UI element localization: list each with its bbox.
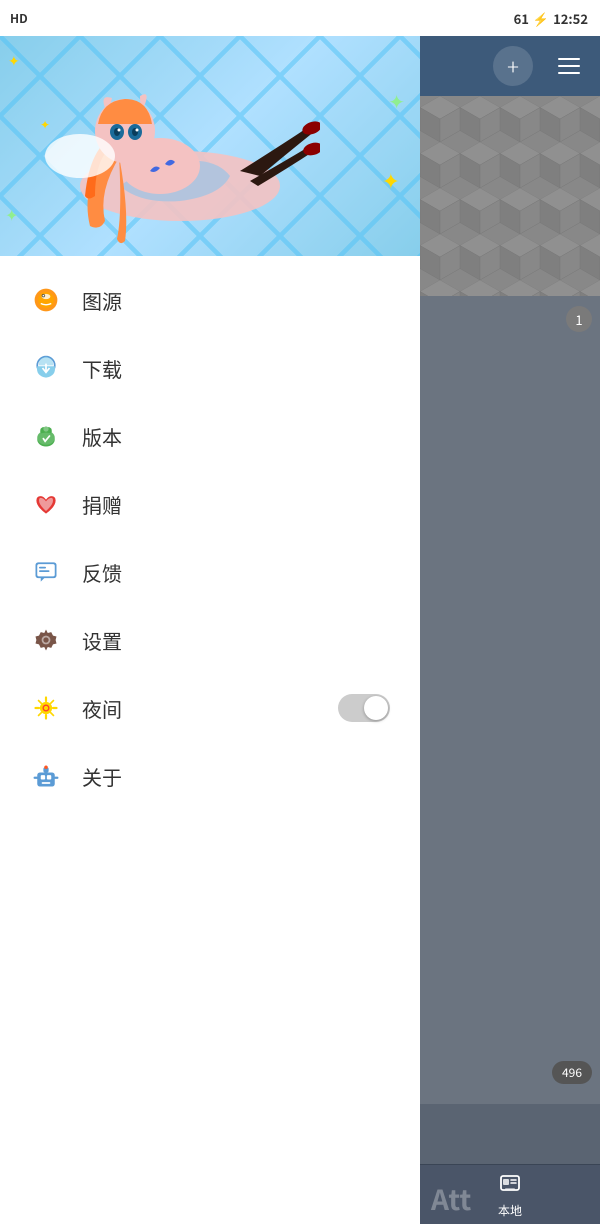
settings-icon [30, 624, 62, 656]
badge-count-496: 496 [552, 1061, 592, 1084]
att-text-overlay: Att [421, 1141, 600, 1224]
status-bar: HD 61 ⚡ 12:52 [0, 0, 600, 36]
badge-1-wrapper: 1 [566, 306, 592, 332]
anime-character [20, 56, 320, 256]
add-icon: + [507, 50, 519, 82]
menu-item-download[interactable]: 下载 [0, 334, 420, 402]
add-button[interactable]: + [493, 46, 533, 86]
sparkle-1: ✦ [8, 51, 20, 71]
download-label: 下载 [82, 354, 122, 383]
clock: 12:52 [553, 9, 588, 28]
download-icon [30, 352, 62, 384]
menu-panel: ✦ ✦ ✦ ✦ ✦ [0, 36, 420, 1224]
feedback-label: 反馈 [82, 558, 122, 587]
lightning-icon: ⚡ [533, 9, 549, 28]
source-label: 图源 [82, 286, 122, 315]
battery-level: 61 [514, 9, 529, 28]
status-indicator: HD [10, 10, 28, 27]
night-toggle[interactable] [338, 694, 390, 722]
main-layout: ✦ ✦ ✦ ✦ ✦ [0, 36, 600, 1224]
att-label: Att [431, 1179, 471, 1219]
hamburger-line-3 [558, 72, 580, 74]
night-icon [30, 692, 62, 724]
status-right: 61 ⚡ 12:52 [514, 9, 588, 28]
right-header: + [420, 36, 600, 96]
night-mode-toggle[interactable] [338, 694, 390, 722]
right-content: 1 496 [420, 96, 600, 1164]
badge-count-1: 1 [566, 306, 592, 332]
menu-item-about[interactable]: 关于 [0, 742, 420, 810]
right-middle-area [420, 296, 600, 1104]
menu-item-donate[interactable]: 捐赠 [0, 470, 420, 538]
menu-item-source[interactable]: 图源 [0, 266, 420, 334]
sparkle-3: ✦ [382, 164, 400, 196]
badge-496-wrapper: 496 [552, 1061, 592, 1084]
menu-items-list: 图源 下载 [0, 256, 420, 1224]
source-icon [30, 284, 62, 316]
settings-label: 设置 [82, 626, 122, 655]
donate-icon [30, 488, 62, 520]
menu-item-version[interactable]: 版本 [0, 402, 420, 470]
about-icon [30, 760, 62, 792]
menu-item-feedback[interactable]: 反馈 [0, 538, 420, 606]
menu-button[interactable] [553, 53, 585, 79]
cube-pattern-svg [420, 96, 600, 296]
grid-background [420, 96, 600, 296]
version-label: 版本 [82, 422, 122, 451]
menu-item-night[interactable]: 夜间 [0, 674, 420, 742]
sparkle-4: ✦ [5, 202, 18, 226]
hamburger-line-2 [558, 65, 580, 67]
donate-label: 捐赠 [82, 490, 122, 519]
hero-image: ✦ ✦ ✦ ✦ ✦ [0, 36, 420, 256]
about-label: 关于 [82, 762, 122, 791]
sparkle-2: ✦ [388, 86, 405, 115]
right-panel: + [420, 36, 600, 1224]
version-icon [30, 420, 62, 452]
night-label: 夜间 [82, 694, 122, 723]
hamburger-line-1 [558, 58, 580, 60]
feedback-icon [30, 556, 62, 588]
menu-item-settings[interactable]: 设置 [0, 606, 420, 674]
